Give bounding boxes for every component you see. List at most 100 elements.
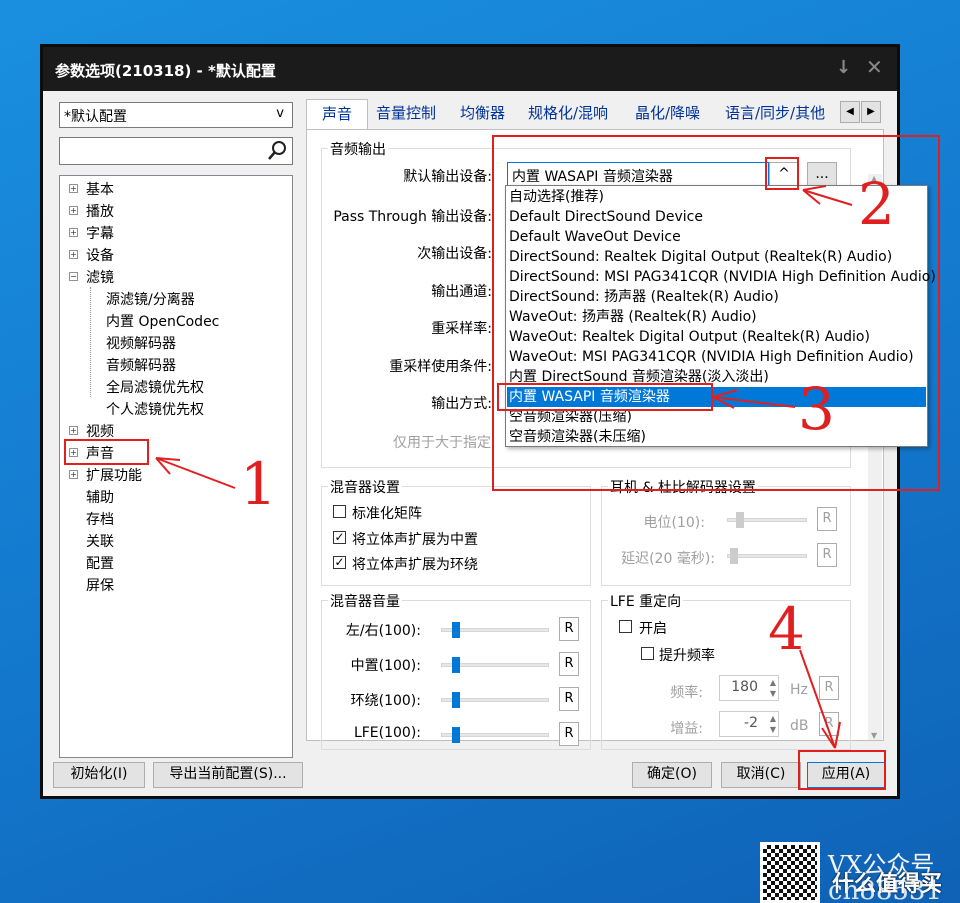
tab-scroll-left-button[interactable]: ◀ — [840, 101, 860, 123]
mixer-volume-slider[interactable] — [441, 727, 549, 743]
lfe-redirect-group-title: LFE 重定向 — [608, 591, 684, 611]
tree-item[interactable]: 源滤镜/分离器 — [106, 289, 195, 309]
expand-icon[interactable]: + — [69, 228, 78, 237]
export-profile-button[interactable]: 导出当前配置(S)... — [153, 762, 303, 788]
tree-item[interactable]: 屏保 — [86, 575, 114, 595]
lfe-boost-checkbox[interactable] — [641, 647, 654, 660]
tree-item[interactable]: 视频解码器 — [106, 333, 176, 353]
tree-item[interactable]: + 视频 — [69, 421, 114, 441]
tab-sound[interactable]: 声音 — [306, 99, 368, 130]
mixer-volume-slider-thumb[interactable] — [452, 622, 460, 638]
passthrough-device-label: Pass Through 输出设备: — [333, 209, 492, 225]
lfe-enable-checkbox[interactable] — [619, 620, 632, 633]
annotation-box-tree-sound — [64, 439, 149, 465]
mixer-volume-slider-thumb[interactable] — [452, 727, 460, 743]
tree-search-input[interactable] — [59, 137, 293, 165]
tree-item[interactable]: 辅助 — [86, 487, 114, 507]
chevron-down-icon: v — [276, 106, 284, 121]
tab-label: 均衡器 — [460, 104, 506, 122]
tree-item-label: 播放 — [86, 204, 114, 220]
tab-label: 音量控制 — [376, 104, 437, 122]
tree-item-label: 个人滤镜优先权 — [106, 402, 204, 418]
qr-code-icon — [760, 842, 820, 903]
reset-label: R — [564, 726, 574, 741]
window-title: 参数选项(210318) - *默认配置 — [55, 62, 276, 80]
level-label: 电位(10): — [643, 515, 705, 531]
cancel-button[interactable]: 取消(C) — [721, 762, 801, 788]
tree-item[interactable]: 个人滤镜优先权 — [106, 399, 204, 419]
output-channels-label: 输出通道: — [431, 284, 492, 300]
tree-item[interactable]: + 字幕 — [69, 223, 114, 243]
expand-icon[interactable]: + — [69, 184, 78, 193]
expand-icon[interactable]: + — [69, 206, 78, 215]
profile-select[interactable]: *默认配置 v — [59, 102, 293, 128]
tree-item[interactable]: + 播放 — [69, 201, 114, 221]
lfe-gain-stepper[interactable]: -2 ▲ ▼ — [719, 711, 779, 737]
reset-label: R — [824, 716, 834, 731]
expand-icon[interactable]: + — [69, 470, 78, 479]
search-icon[interactable] — [266, 139, 288, 161]
expand-surround-label: 将立体声扩展为环绕 — [352, 557, 478, 573]
initialize-button[interactable]: 初始化(I) — [53, 762, 145, 788]
mixer-volume-slider[interactable] — [441, 622, 549, 638]
mixer-volume-slider-thumb[interactable] — [452, 657, 460, 673]
audio-output-group-title: 音频输出 — [328, 139, 388, 159]
tree-item[interactable]: − 滤镜 — [69, 267, 114, 287]
ok-button[interactable]: 确定(O) — [632, 762, 712, 788]
annotation-box-apply-button — [798, 750, 886, 790]
pin-icon[interactable]: ↓ — [836, 57, 851, 78]
title-bar[interactable]: 参数选项(210318) - *默认配置 ↓ ✕ — [43, 47, 897, 91]
tree-item[interactable]: 存档 — [86, 509, 114, 529]
level-slider — [727, 512, 807, 528]
close-icon[interactable]: ✕ — [866, 55, 883, 79]
expand-surround-checkbox[interactable]: ✓ — [333, 556, 346, 569]
tree-item-label: 基本 — [86, 182, 114, 198]
tree-item[interactable]: 配置 — [86, 553, 114, 573]
tree-item-label: 全局滤镜优先权 — [106, 380, 204, 396]
tree-item-label: 屏保 — [86, 578, 114, 594]
lfe-frequency-stepper[interactable]: 180 ▲ ▼ — [719, 675, 779, 701]
mixer-volume-slider[interactable] — [441, 657, 549, 673]
tree-item[interactable]: 内置 OpenCodec — [106, 311, 219, 331]
tree-item[interactable]: + 扩展功能 — [69, 465, 142, 485]
mixer-volume-label: 中置(100): — [350, 658, 421, 674]
scroll-down-icon[interactable]: ▼ — [871, 731, 877, 740]
tree-item[interactable]: 音频解码器 — [106, 355, 176, 375]
tree-item-label: 扩展功能 — [86, 468, 142, 484]
reset-label: R — [822, 511, 832, 526]
tree-item[interactable]: 关联 — [86, 531, 114, 551]
mixer-volume-reset-button[interactable]: R — [559, 617, 579, 641]
tab-crystal-denoise[interactable]: 晶化/降噪 — [635, 99, 700, 129]
tree-item-label: 滤镜 — [86, 270, 114, 286]
mixer-volume-reset-button[interactable]: R — [559, 652, 579, 676]
standard-matrix-checkbox[interactable] — [333, 505, 346, 518]
tree-item[interactable]: + 基本 — [69, 179, 114, 199]
mixer-volume-slider[interactable] — [441, 692, 549, 708]
reset-label: R — [564, 621, 574, 636]
expand-center-checkbox[interactable]: ✓ — [333, 531, 346, 544]
tab-normalize-reverb[interactable]: 规格化/混响 — [528, 99, 608, 129]
tab-language-sync-other[interactable]: 语言/同步/其他 — [725, 99, 825, 129]
mixer-settings-group-title: 混音器设置 — [328, 477, 402, 497]
delay-reset-button: R — [817, 543, 837, 567]
button-label: 取消(C) — [736, 766, 786, 782]
tab-equalizer[interactable]: 均衡器 — [460, 99, 505, 129]
button-label: 初始化(I) — [70, 766, 128, 782]
mixer-volume-reset-button[interactable]: R — [559, 722, 579, 746]
expand-icon[interactable]: + — [69, 250, 78, 259]
collapse-icon[interactable]: − — [69, 272, 78, 281]
level-reset-button: R — [817, 507, 837, 531]
resample-rate-label: 重采样率: — [431, 321, 492, 337]
mixer-volume-slider-thumb[interactable] — [452, 692, 460, 708]
tab-scroll-right-button[interactable]: ▶ — [861, 101, 881, 123]
lfe-boost-label: 提升频率 — [659, 648, 715, 664]
expand-center-label: 将立体声扩展为中置 — [352, 532, 478, 548]
delay-label: 延迟(20 毫秒): — [621, 551, 715, 567]
mixer-volume-reset-button[interactable]: R — [559, 687, 579, 711]
tree-item[interactable]: + 设备 — [69, 245, 114, 265]
tree-item-label: 字幕 — [86, 226, 114, 242]
tree-item[interactable]: 全局滤镜优先权 — [106, 377, 204, 397]
mixer-volume-label: 环绕(100): — [350, 693, 421, 709]
tab-volume-control[interactable]: 音量控制 — [376, 99, 436, 129]
expand-icon[interactable]: + — [69, 426, 78, 435]
